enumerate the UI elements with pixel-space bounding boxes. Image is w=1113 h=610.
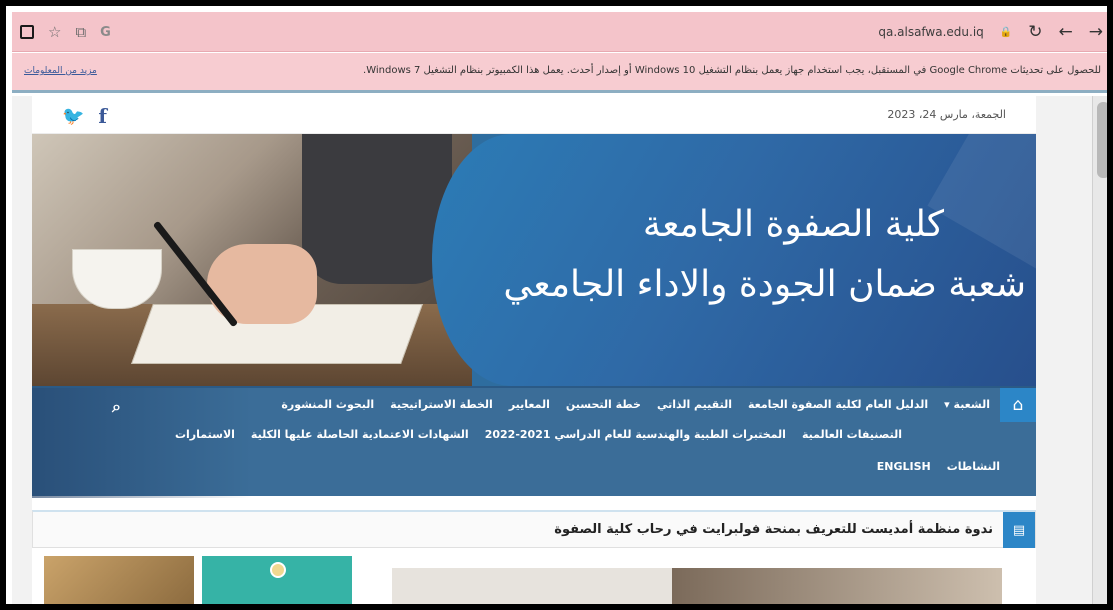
star-icon[interactable]: ☆: [48, 24, 61, 40]
nav-item-rankings[interactable]: التصنيفات العالمية: [802, 428, 902, 441]
vertical-scrollbar[interactable]: [1092, 96, 1107, 604]
toolbar-right: qa.alsafwa.edu.iq 🔒 ↻ ← →: [878, 12, 1103, 52]
nav-calligraphy-decor: [32, 388, 252, 498]
facebook-icon[interactable]: f: [98, 104, 107, 128]
learn-more-link[interactable]: مزيد من المعلومات: [24, 66, 97, 76]
nav-item-strategic-plan[interactable]: الخطة الاستراتيجية: [390, 398, 493, 411]
nav-item-self-assessment[interactable]: التقييم الذاتي: [657, 398, 732, 411]
nav-row-1: الشعبة ▾ الدليل العام لكلية الصفوة الجام…: [281, 398, 990, 411]
nav-item-standards[interactable]: المعايير: [509, 398, 550, 411]
news-icon: ▤: [1003, 512, 1035, 548]
thumbnail-image[interactable]: [392, 568, 672, 604]
twitter-icon[interactable]: 🐦: [62, 106, 84, 127]
search-icon[interactable]: ⌕: [112, 397, 121, 417]
browser-toolbar: ☆ ⧉ G qa.alsafwa.edu.iq 🔒 ↻ ← →: [12, 12, 1107, 52]
cup-image: [72, 249, 162, 309]
forward-icon[interactable]: →: [1089, 22, 1103, 42]
nav-row-2: التصنيفات العالمية المختبرات الطبية واله…: [175, 428, 902, 441]
news-thumbnails: [32, 556, 1036, 604]
reload-icon[interactable]: ↻: [1028, 22, 1042, 42]
banner-title: كلية الصفوة الجامعة: [642, 204, 944, 245]
ticker-headline[interactable]: ندوة منظمة أمديست للتعريف بمنحة فولبرايت…: [554, 522, 993, 537]
update-notification-bar: للحصول على تحديثات Google Chrome في المس…: [12, 53, 1107, 93]
nav-item-division[interactable]: الشعبة ▾: [944, 398, 990, 411]
nav-item-labs[interactable]: المختبرات الطبية والهندسية للعام الدراسي…: [485, 428, 786, 441]
logo-image: [270, 562, 286, 578]
thumbnail-image[interactable]: [44, 556, 194, 604]
social-links: 🐦 f: [62, 104, 107, 128]
nav-item-activities[interactable]: النشاطات: [947, 460, 1000, 473]
main-navigation: ⌂ الشعبة ▾ الدليل العام لكلية الصفوة الج…: [32, 386, 1036, 498]
screenshot-frame: ☆ ⧉ G qa.alsafwa.edu.iq 🔒 ↻ ← → للحصول ع…: [0, 0, 1113, 610]
nav-item-accreditations[interactable]: الشهادات الاعتمادية الحاصلة عليها الكلية: [251, 428, 469, 441]
sleeve-image: [302, 134, 452, 284]
banner-blue-panel: [432, 134, 1036, 386]
tabs-icon[interactable]: ⧉: [75, 24, 86, 40]
site-container: 🐦 f الجمعة، مارس 24، 2023 كلية الصفوة ال…: [32, 96, 1036, 604]
news-ticker: ▤ ندوة منظمة أمديست للتعريف بمنحة فولبرا…: [32, 510, 1036, 548]
nav-row-3: النشاطات ENGLISH: [877, 460, 1000, 473]
google-icon[interactable]: G: [100, 26, 111, 39]
nav-item-forms[interactable]: الاستمارات: [175, 428, 235, 441]
nav-item-improvement-plan[interactable]: خطة التحسين: [566, 398, 641, 411]
scrollbar-thumb[interactable]: [1097, 102, 1107, 178]
notification-text: للحصول على تحديثات Google Chrome في المس…: [363, 65, 1101, 76]
address-bar[interactable]: qa.alsafwa.edu.iq: [878, 25, 983, 39]
nav-item-english[interactable]: ENGLISH: [877, 460, 931, 473]
home-icon[interactable]: ⌂: [1000, 388, 1036, 422]
banner-photo: [32, 134, 472, 386]
page-viewport: 🐦 f الجمعة، مارس 24، 2023 كلية الصفوة ال…: [12, 96, 1107, 604]
current-date: الجمعة، مارس 24، 2023: [887, 108, 1006, 121]
nav-item-published-research[interactable]: البحوث المنشورة: [281, 398, 374, 411]
thumbnail-image[interactable]: [202, 556, 352, 604]
header-banner: كلية الصفوة الجامعة شعبة ضمان الجودة وال…: [32, 134, 1036, 386]
lock-icon[interactable]: 🔒: [1000, 27, 1012, 38]
banner-subtitle: شعبة ضمان الجودة والاداء الجامعي: [503, 264, 1026, 305]
toolbar-left-icons: ☆ ⧉ G: [20, 12, 111, 52]
window-icon[interactable]: [20, 25, 34, 39]
back-icon[interactable]: ←: [1059, 22, 1073, 42]
nav-item-general-guide[interactable]: الدليل العام لكلية الصفوة الجامعة: [748, 398, 928, 411]
top-bar: 🐦 f الجمعة، مارس 24، 2023: [32, 96, 1036, 134]
thumbnail-image[interactable]: [672, 568, 1002, 604]
